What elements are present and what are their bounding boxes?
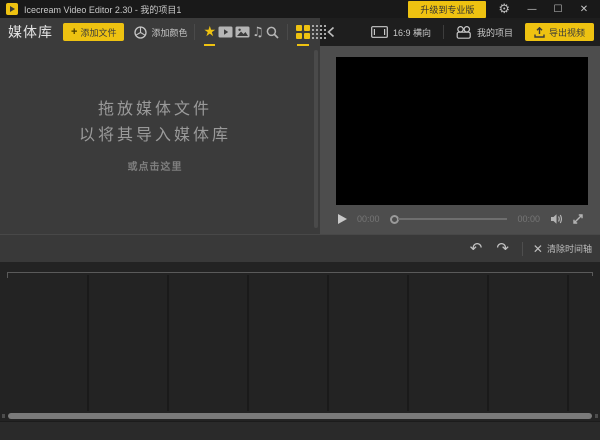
view-small-grid-button[interactable] [311, 21, 327, 43]
volume-button[interactable] [550, 213, 564, 225]
seek-bar[interactable] [389, 214, 508, 224]
minimize-button[interactable]: — [522, 4, 542, 15]
toolbar-separator [194, 24, 196, 40]
timeline-scrollbar-track [0, 411, 600, 421]
export-video-label: 导出视频 [548, 27, 585, 38]
star-icon: ★ [203, 24, 217, 40]
media-library-toolbar: 媒体库 + 添加文件 添加颜色 ★ ♫ [0, 18, 335, 46]
maximize-button[interactable]: ☐ [548, 4, 568, 15]
preview-panel: 00:00 00:00 [320, 46, 600, 234]
main-area: 拖放媒体文件 以将其导入媒体库 或点击这里 00:00 00:00 [0, 46, 600, 234]
add-color-button[interactable]: 添加颜色 [134, 25, 188, 39]
player-controls: 00:00 00:00 [332, 209, 588, 229]
projects-camera-icon [456, 25, 471, 39]
clear-timeline-button[interactable]: ✕ 清除时间轴 [533, 242, 592, 256]
chevron-left-icon [327, 26, 335, 38]
export-video-button[interactable]: 导出视频 [524, 23, 594, 41]
fullscreen-icon [573, 214, 583, 224]
music-note-icon: ♫ [252, 24, 264, 40]
image-icon [235, 26, 250, 38]
toolbar-separator-2 [286, 24, 288, 40]
clear-x-icon: ✕ [532, 241, 543, 256]
timeline-toolbar: ↶ ↷ ✕ 清除时间轴 [0, 234, 600, 262]
timeline-area [0, 262, 600, 411]
search-button[interactable] [266, 21, 279, 43]
upgrade-pro-button[interactable]: 升级到专业版 [408, 0, 487, 18]
search-icon [266, 26, 279, 39]
total-time: 00:00 [517, 214, 540, 224]
add-file-label: 添加文件 [80, 27, 117, 38]
fullscreen-button[interactable] [572, 213, 584, 225]
dropzone-line3: 或点击这里 [127, 162, 183, 173]
aspect-ratio-icon [371, 26, 388, 38]
project-toolbar-separator [442, 25, 444, 39]
clear-timeline-label: 清除时间轴 [546, 244, 592, 254]
timeline-gridline [327, 275, 329, 411]
window-title: Icecream Video Editor 2.30 - 我的项目1 [24, 4, 182, 15]
media-library-panel: 拖放媒体文件 以将其导入媒体库 或点击这里 [0, 46, 320, 234]
title-bar: Icecream Video Editor 2.30 - 我的项目1 升级到专业… [0, 0, 600, 18]
aspect-ratio-label: 16:9 横向 [392, 27, 431, 38]
plus-icon: + [71, 26, 78, 38]
media-dropzone[interactable]: 拖放媒体文件 以将其导入媒体库 或点击这里 [0, 96, 310, 173]
color-wheel-icon [134, 25, 148, 39]
grid-large-icon [295, 25, 310, 39]
timeline-gridline [247, 275, 249, 411]
undo-button[interactable]: ↶ [470, 241, 483, 256]
my-projects-button[interactable]: 我的项目 [456, 25, 513, 39]
grid-small-icon [311, 24, 327, 40]
media-library-scrollbar[interactable] [314, 50, 318, 228]
aspect-ratio-button[interactable]: 16:9 横向 [371, 26, 431, 39]
toolbar-row: 媒体库 + 添加文件 添加颜色 ★ ♫ 16:9 横向 我的项目 导出视频 [0, 18, 600, 46]
tab-favorites[interactable]: ★ [203, 21, 217, 46]
timeline-grid[interactable] [7, 272, 593, 411]
add-file-button[interactable]: + 添加文件 [63, 23, 125, 41]
play-button[interactable] [338, 214, 347, 224]
timeline-scrollbar[interactable] [8, 413, 592, 419]
add-color-label: 添加颜色 [151, 27, 188, 38]
tab-videos[interactable] [218, 21, 233, 43]
timeline-gridline [167, 275, 169, 411]
tab-audio[interactable]: ♫ [252, 21, 264, 43]
video-preview-screen [336, 57, 588, 205]
project-toolbar: 16:9 横向 我的项目 导出视频 [320, 18, 600, 46]
app-window: Icecream Video Editor 2.30 - 我的项目1 升级到专业… [0, 0, 600, 440]
volume-icon [551, 214, 563, 224]
redo-button[interactable]: ↷ [496, 241, 509, 256]
view-large-grid-button[interactable] [295, 21, 310, 46]
export-upload-icon [534, 26, 545, 38]
scroll-left-end[interactable] [2, 414, 5, 418]
collapse-panel-button[interactable] [327, 26, 335, 38]
bottom-bar [0, 421, 600, 440]
scroll-right-end[interactable] [595, 414, 598, 418]
close-button[interactable]: ✕ [574, 4, 594, 15]
timeline-toolbar-separator [521, 241, 523, 256]
tab-images[interactable] [235, 21, 250, 43]
timeline-gridline [567, 275, 569, 411]
video-icon [218, 26, 233, 38]
media-library-title: 媒体库 [8, 24, 53, 40]
timeline-gridline [407, 275, 409, 411]
current-time: 00:00 [357, 214, 380, 224]
settings-gear-icon[interactable]: ⚙ [498, 3, 510, 16]
app-logo-icon [6, 3, 18, 15]
timeline-gridline [87, 275, 89, 411]
seek-track [397, 218, 508, 220]
dropzone-line1: 拖放媒体文件 [97, 99, 212, 118]
dropzone-line2: 以将其导入媒体库 [78, 125, 231, 144]
timeline-gridline [487, 275, 489, 411]
my-projects-label: 我的项目 [476, 27, 513, 38]
